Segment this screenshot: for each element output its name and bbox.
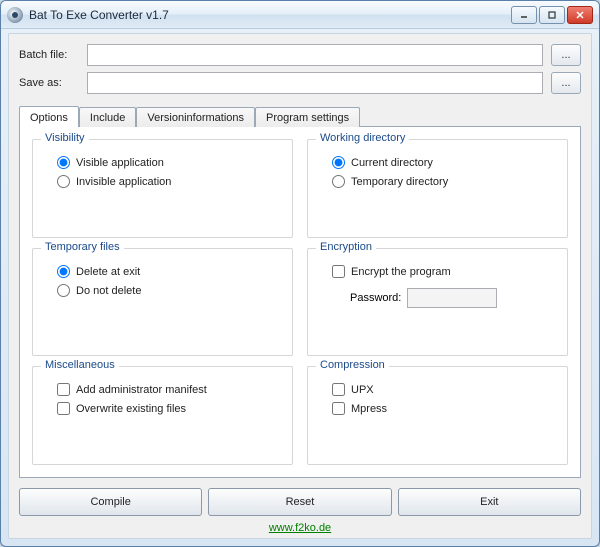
exit-button[interactable]: Exit bbox=[398, 488, 581, 516]
group-title-misc: Miscellaneous bbox=[41, 359, 119, 371]
radio-delete-exit[interactable]: Delete at exit bbox=[57, 265, 280, 278]
group-title-working-dir: Working directory bbox=[316, 132, 409, 144]
group-title-encryption: Encryption bbox=[316, 241, 376, 253]
tab-strip: Options Include Versioninformations Prog… bbox=[19, 106, 581, 126]
main-window: Bat To Exe Converter v1.7 Batch file: ..… bbox=[0, 0, 600, 547]
client-area: Batch file: ... Save as: ... Options Inc… bbox=[8, 33, 592, 539]
window-title: Bat To Exe Converter v1.7 bbox=[29, 8, 511, 22]
maximize-button[interactable] bbox=[539, 6, 565, 24]
batch-browse-button[interactable]: ... bbox=[551, 44, 581, 66]
radio-visible-label: Visible application bbox=[76, 157, 164, 169]
radio-delete-input[interactable] bbox=[57, 265, 70, 278]
radio-keep-label: Do not delete bbox=[76, 285, 141, 297]
radio-visible-input[interactable] bbox=[57, 156, 70, 169]
check-admin-input[interactable] bbox=[57, 383, 70, 396]
check-overwrite[interactable]: Overwrite existing files bbox=[57, 402, 280, 415]
radio-do-not-delete[interactable]: Do not delete bbox=[57, 284, 280, 297]
check-upx-label: UPX bbox=[351, 384, 374, 396]
radio-current-input[interactable] bbox=[332, 156, 345, 169]
check-admin-label: Add administrator manifest bbox=[76, 384, 207, 396]
saveas-input[interactable] bbox=[87, 72, 543, 94]
app-icon bbox=[7, 7, 23, 23]
password-input[interactable] bbox=[407, 288, 497, 308]
radio-temp-dir[interactable]: Temporary directory bbox=[332, 175, 555, 188]
footer-link[interactable]: www.f2ko.de bbox=[269, 522, 331, 534]
tab-options[interactable]: Options bbox=[19, 106, 79, 127]
radio-current-dir[interactable]: Current directory bbox=[332, 156, 555, 169]
group-working-dir: Working directory Current directory Temp… bbox=[307, 139, 568, 238]
password-label: Password: bbox=[350, 292, 401, 304]
tab-panel-options: Visibility Visible application Invisible… bbox=[19, 126, 581, 478]
check-mpress[interactable]: Mpress bbox=[332, 402, 555, 415]
check-admin-manifest[interactable]: Add administrator manifest bbox=[57, 383, 280, 396]
minimize-button[interactable] bbox=[511, 6, 537, 24]
check-upx-input[interactable] bbox=[332, 383, 345, 396]
group-temp-files: Temporary files Delete at exit Do not de… bbox=[32, 248, 293, 356]
radio-keep-input[interactable] bbox=[57, 284, 70, 297]
check-mpress-label: Mpress bbox=[351, 403, 387, 415]
check-overwrite-input[interactable] bbox=[57, 402, 70, 415]
batch-file-input[interactable] bbox=[87, 44, 543, 66]
check-upx[interactable]: UPX bbox=[332, 383, 555, 396]
saveas-browse-button[interactable]: ... bbox=[551, 72, 581, 94]
titlebar[interactable]: Bat To Exe Converter v1.7 bbox=[1, 1, 599, 29]
group-compression: Compression UPX Mpress bbox=[307, 366, 568, 465]
radio-invisible-label: Invisible application bbox=[76, 176, 171, 188]
group-title-compression: Compression bbox=[316, 359, 389, 371]
check-encrypt-input[interactable] bbox=[332, 265, 345, 278]
group-visibility: Visibility Visible application Invisible… bbox=[32, 139, 293, 238]
tab-include[interactable]: Include bbox=[79, 107, 136, 127]
check-encrypt[interactable]: Encrypt the program bbox=[332, 265, 555, 278]
radio-invisible-input[interactable] bbox=[57, 175, 70, 188]
radio-current-label: Current directory bbox=[351, 157, 433, 169]
batch-file-label: Batch file: bbox=[19, 49, 79, 61]
radio-invisible-app[interactable]: Invisible application bbox=[57, 175, 280, 188]
radio-temp-label: Temporary directory bbox=[351, 176, 448, 188]
close-button[interactable] bbox=[567, 6, 593, 24]
tab-versioninfo[interactable]: Versioninformations bbox=[136, 107, 255, 127]
group-encryption: Encryption Encrypt the program Password: bbox=[307, 248, 568, 356]
radio-visible-app[interactable]: Visible application bbox=[57, 156, 280, 169]
compile-button[interactable]: Compile bbox=[19, 488, 202, 516]
check-mpress-input[interactable] bbox=[332, 402, 345, 415]
check-overwrite-label: Overwrite existing files bbox=[76, 403, 186, 415]
group-title-temp-files: Temporary files bbox=[41, 241, 124, 253]
check-encrypt-label: Encrypt the program bbox=[351, 266, 451, 278]
radio-delete-label: Delete at exit bbox=[76, 266, 140, 278]
tab-program-settings[interactable]: Program settings bbox=[255, 107, 360, 127]
reset-button[interactable]: Reset bbox=[208, 488, 391, 516]
group-title-visibility: Visibility bbox=[41, 132, 89, 144]
saveas-label: Save as: bbox=[19, 77, 79, 89]
radio-temp-input[interactable] bbox=[332, 175, 345, 188]
group-misc: Miscellaneous Add administrator manifest… bbox=[32, 366, 293, 465]
